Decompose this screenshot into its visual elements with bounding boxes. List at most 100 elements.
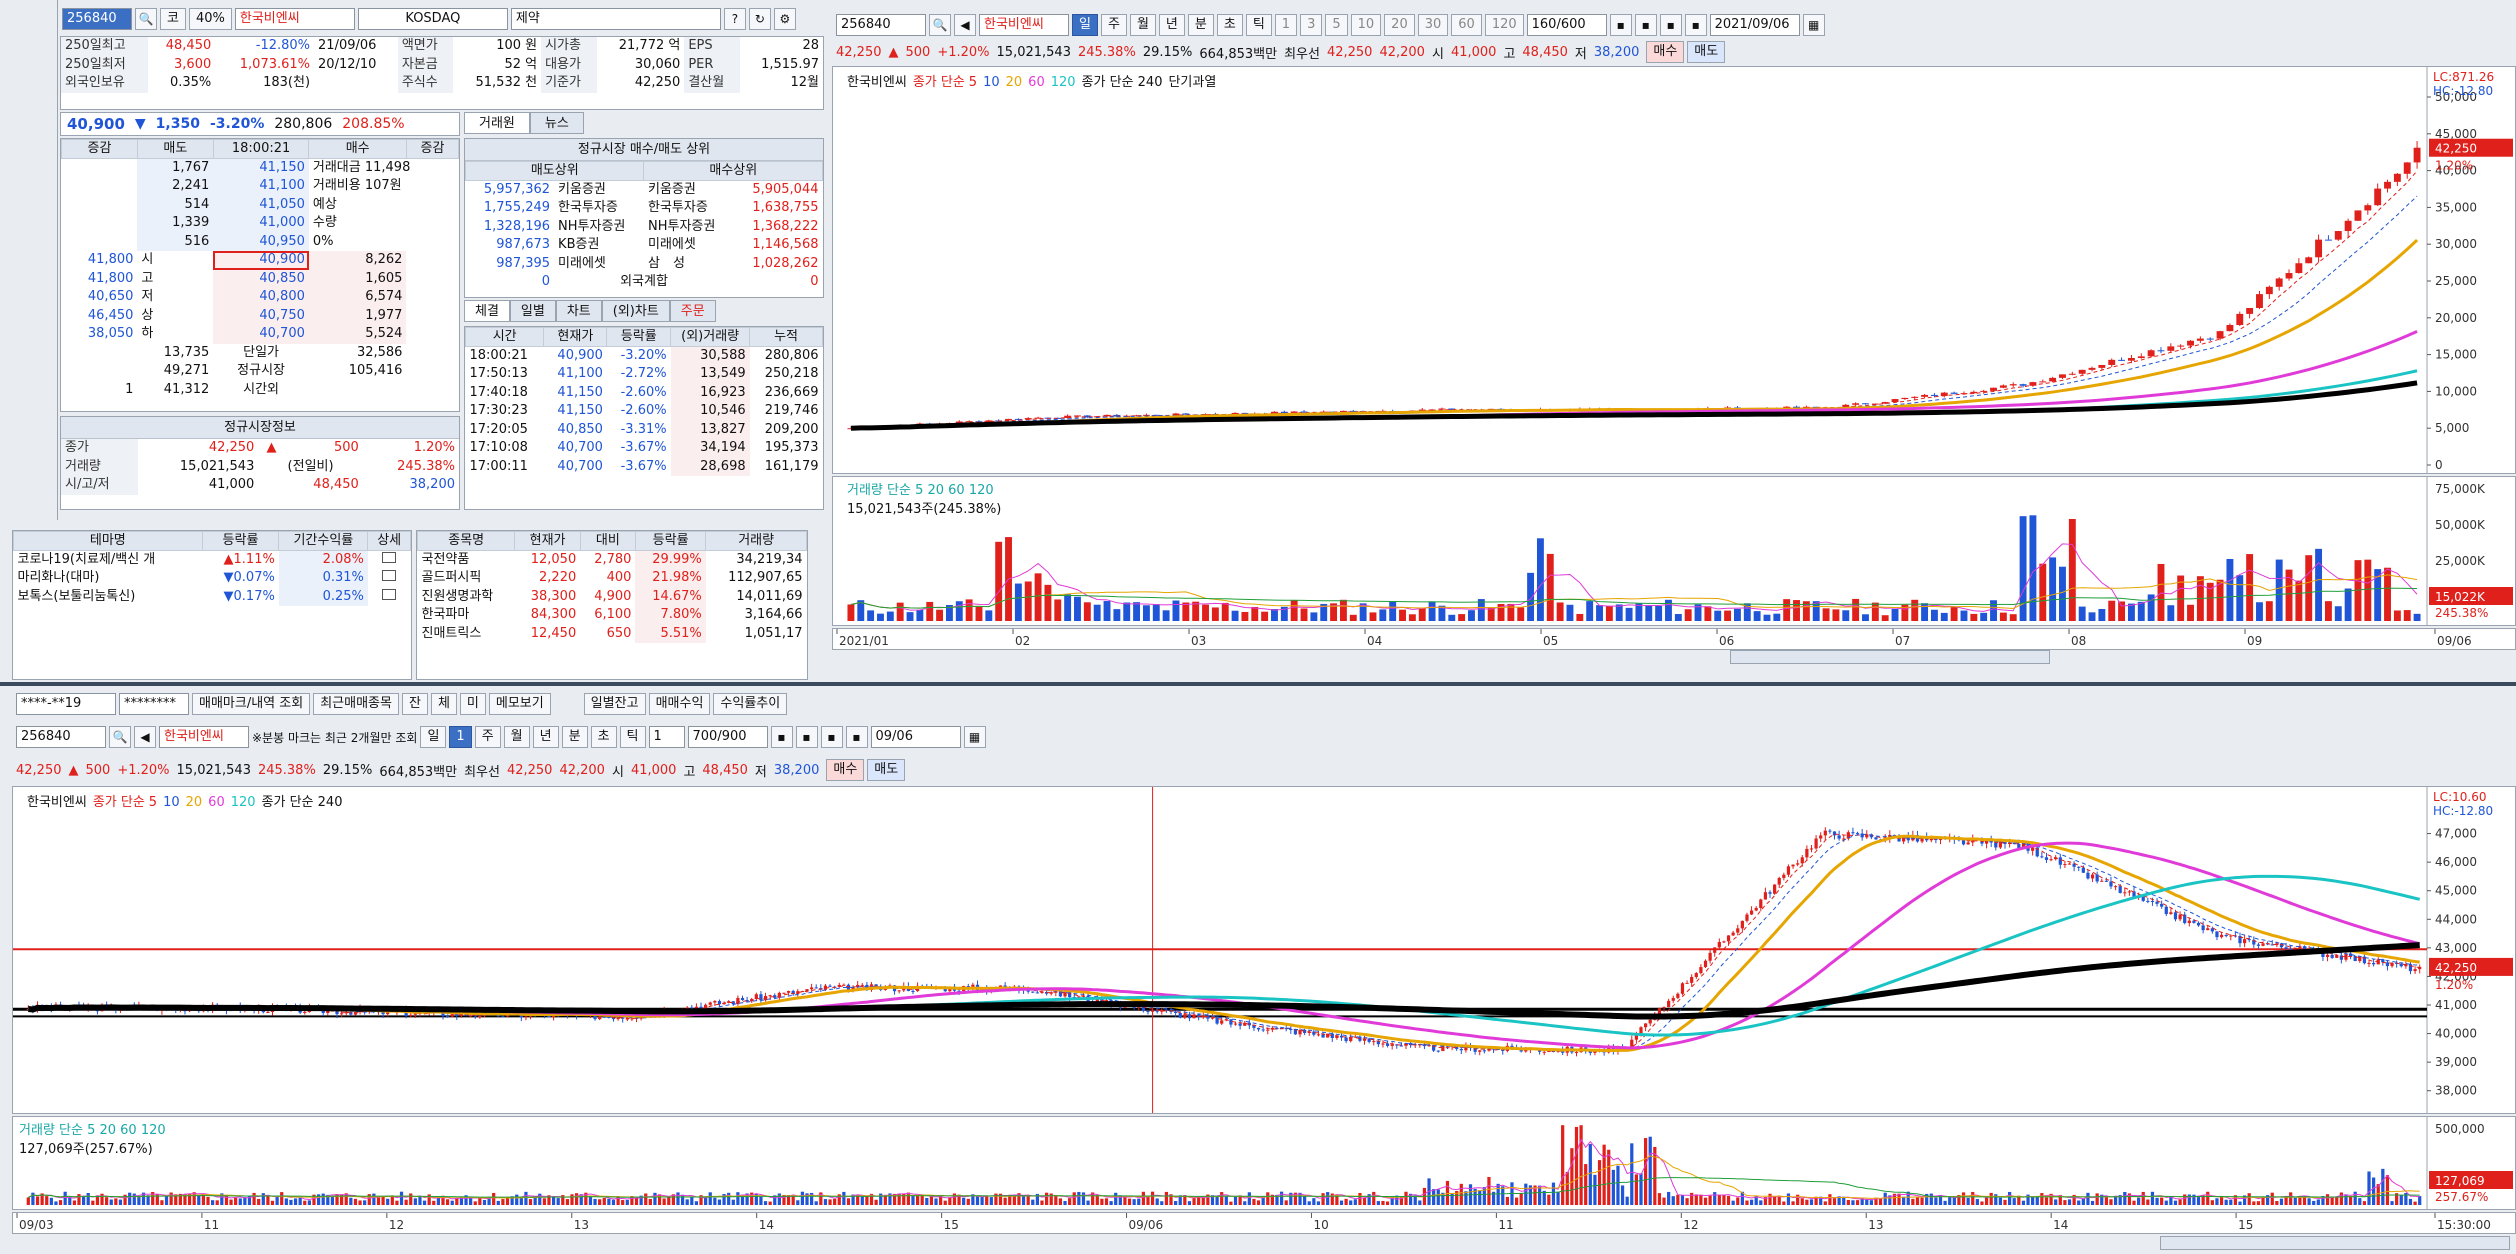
tick-header[interactable]: 시간 xyxy=(465,327,545,347)
period-2[interactable]: 월 xyxy=(1129,14,1156,36)
period-6[interactable]: 초 xyxy=(590,726,617,748)
bid-row[interactable]: 46,450 상 40,750 1,977 xyxy=(62,306,459,325)
code-input[interactable]: 256840 xyxy=(836,14,926,36)
speaker-icon[interactable]: ◀ xyxy=(954,14,976,36)
tick-header[interactable]: (외)거래량 xyxy=(670,327,751,347)
theme-header[interactable]: 테마명 xyxy=(13,531,203,551)
tab-tick-3[interactable]: (외)차트 xyxy=(601,300,670,322)
gear-icon[interactable]: ⚙ xyxy=(773,8,796,30)
pct-button[interactable]: 40% xyxy=(188,8,232,30)
interval-0[interactable]: 1 xyxy=(1274,14,1298,36)
search-icon[interactable]: 🔍 xyxy=(135,8,157,30)
theme-header[interactable]: 상세 xyxy=(367,531,411,551)
acct-btn-0[interactable]: 잔 xyxy=(401,693,428,715)
bid-price[interactable]: 40,900 xyxy=(213,251,309,270)
market-button[interactable]: 코 xyxy=(160,8,186,30)
ask-row[interactable]: 1,339 41,000 수량 xyxy=(62,214,459,233)
theme-header[interactable]: 기간수익률 xyxy=(278,531,369,551)
period-5[interactable]: 분 xyxy=(561,726,588,748)
detail-icon[interactable] xyxy=(382,552,397,563)
acct-btn-1[interactable]: 체 xyxy=(430,693,457,715)
ask-price[interactable]: 41,100 xyxy=(213,177,309,196)
ask-price[interactable]: 40,950 xyxy=(213,232,309,251)
tab-tick-4[interactable]: 주문 xyxy=(669,300,716,322)
stock-row[interactable]: 진매트릭스 12,450 650 5.51% 1,051,17 xyxy=(418,624,807,643)
minute-code-input[interactable]: 256840 xyxy=(16,726,106,748)
trend-button[interactable]: 수익률추이 xyxy=(713,693,788,715)
period-6[interactable]: 틱 xyxy=(1245,14,1272,36)
interval-5[interactable]: 30 xyxy=(1417,14,1449,36)
theme-row[interactable]: 코로나19(치료제/백신 개 ▲1.11% 2.08% xyxy=(14,550,411,569)
tick-header[interactable]: 누적 xyxy=(749,327,823,347)
recent-button[interactable]: 최근매매종목 xyxy=(313,693,399,715)
period-1[interactable]: 주 xyxy=(1100,14,1127,36)
tick-header[interactable]: 등락률 xyxy=(606,327,672,347)
daily-scrollbar[interactable] xyxy=(1730,650,2050,664)
stock-header[interactable]: 대비 xyxy=(579,531,636,551)
period-0[interactable]: 일 xyxy=(420,726,447,748)
tab-news[interactable]: 뉴스 xyxy=(529,112,584,134)
period-3[interactable]: 월 xyxy=(503,726,530,748)
bid-row[interactable]: 38,050 하 40,700 5,524 xyxy=(62,325,459,344)
ask-row[interactable]: 1,767 41,150 거래대금 11,498 xyxy=(62,158,459,177)
count-input[interactable]: 160/600 xyxy=(1526,14,1607,36)
ask-price[interactable]: 41,050 xyxy=(213,195,309,214)
bid-row[interactable]: 40,650 저 40,800 6,574 xyxy=(62,288,459,307)
speaker-icon[interactable]: ◀ xyxy=(134,726,156,748)
account-input[interactable]: ****-**19 xyxy=(16,693,116,715)
detail-icon[interactable] xyxy=(382,570,397,582)
minute-volume-chart[interactable]: 거래량 단순 5 20 60 120 127,069주(257.67%) 500,… xyxy=(12,1116,2516,1210)
search-icon[interactable]: 🔍 xyxy=(929,14,951,36)
ask-price[interactable]: 41,150 xyxy=(213,158,309,177)
gear-icon[interactable]: ▪ xyxy=(1684,14,1707,36)
tick-header[interactable]: 현재가 xyxy=(543,327,608,347)
minute-scrollbar[interactable] xyxy=(2160,1236,2510,1250)
stock-row[interactable]: 진원생명과학 38,300 4,900 14.67% 14,011,69 xyxy=(418,587,807,606)
splitter[interactable] xyxy=(0,682,2516,686)
stock-header[interactable]: 등락률 xyxy=(634,531,707,551)
interval-3[interactable]: 10 xyxy=(1350,14,1382,36)
daily-volume-chart[interactable]: 거래량 단순 5 20 60 120 15,021,543주(245.38%) 7… xyxy=(832,476,2516,626)
period-0[interactable]: 일 xyxy=(1072,14,1098,36)
mark-query-button[interactable]: 매매마크/내역 조회 xyxy=(192,693,311,715)
period-7[interactable]: 틱 xyxy=(619,726,646,748)
interval-input[interactable]: 1 xyxy=(648,726,685,748)
period-3[interactable]: 년 xyxy=(1158,14,1185,36)
tab-tick-2[interactable]: 차트 xyxy=(555,300,602,322)
save-icon[interactable]: ▪ xyxy=(820,726,843,748)
bid-row[interactable]: 41,800 시 40,900 8,262 xyxy=(62,251,459,270)
period-4[interactable]: 년 xyxy=(532,726,559,748)
calendar-icon[interactable]: ▦ xyxy=(963,726,986,748)
password-input[interactable]: ******** xyxy=(119,693,189,715)
bid-price[interactable]: 40,750 xyxy=(213,306,309,325)
interval-6[interactable]: 60 xyxy=(1451,14,1482,36)
ask-price[interactable]: 41,000 xyxy=(213,214,309,233)
sell-button[interactable]: 매도 xyxy=(867,759,906,781)
tab-tick-0[interactable]: 체결 xyxy=(464,300,510,322)
count-input[interactable]: 700/900 xyxy=(687,726,768,748)
balance-button[interactable]: 일별잔고 xyxy=(583,693,646,715)
period-2[interactable]: 주 xyxy=(474,726,501,748)
candle-icon[interactable]: ▪ xyxy=(770,726,793,748)
stock-row[interactable]: 한국파마 84,300 6,100 7.80% 3,164,66 xyxy=(418,606,807,625)
bid-price[interactable]: 40,800 xyxy=(213,288,309,307)
code-input[interactable]: 256840 xyxy=(62,8,132,30)
bid-price[interactable]: 40,700 xyxy=(213,325,309,344)
stock-header[interactable]: 종목명 xyxy=(417,531,516,551)
search-icon[interactable]: 🔍 xyxy=(109,726,131,748)
interval-2[interactable]: 5 xyxy=(1325,14,1348,36)
ask-row[interactable]: 514 41,050 예상 xyxy=(62,195,459,214)
daily-price-chart[interactable]: 한국비엔씨 종가 단순 5 10 20 60 120 종가 단순 240 단기과열 50,000… xyxy=(832,66,2516,474)
period-4[interactable]: 분 xyxy=(1187,14,1214,36)
theme-row[interactable]: 마리화나(대마) ▼0.07% 0.31% xyxy=(14,569,411,588)
buy-button[interactable]: 매수 xyxy=(1646,41,1685,63)
gear-icon[interactable]: ▪ xyxy=(845,726,868,748)
detail-icon[interactable] xyxy=(382,588,397,600)
date-input[interactable]: 09/06 xyxy=(870,726,961,748)
interval-1[interactable]: 3 xyxy=(1300,14,1323,36)
bid-price[interactable]: 40,850 xyxy=(213,269,309,288)
memo-button[interactable]: 메모보기 xyxy=(488,693,551,715)
bid-row[interactable]: 41,800 고 40,850 1,605 xyxy=(62,269,459,288)
ask-row[interactable]: 2,241 41,100 거래비용 107원 xyxy=(62,177,459,196)
stock-header[interactable]: 현재가 xyxy=(514,531,581,551)
